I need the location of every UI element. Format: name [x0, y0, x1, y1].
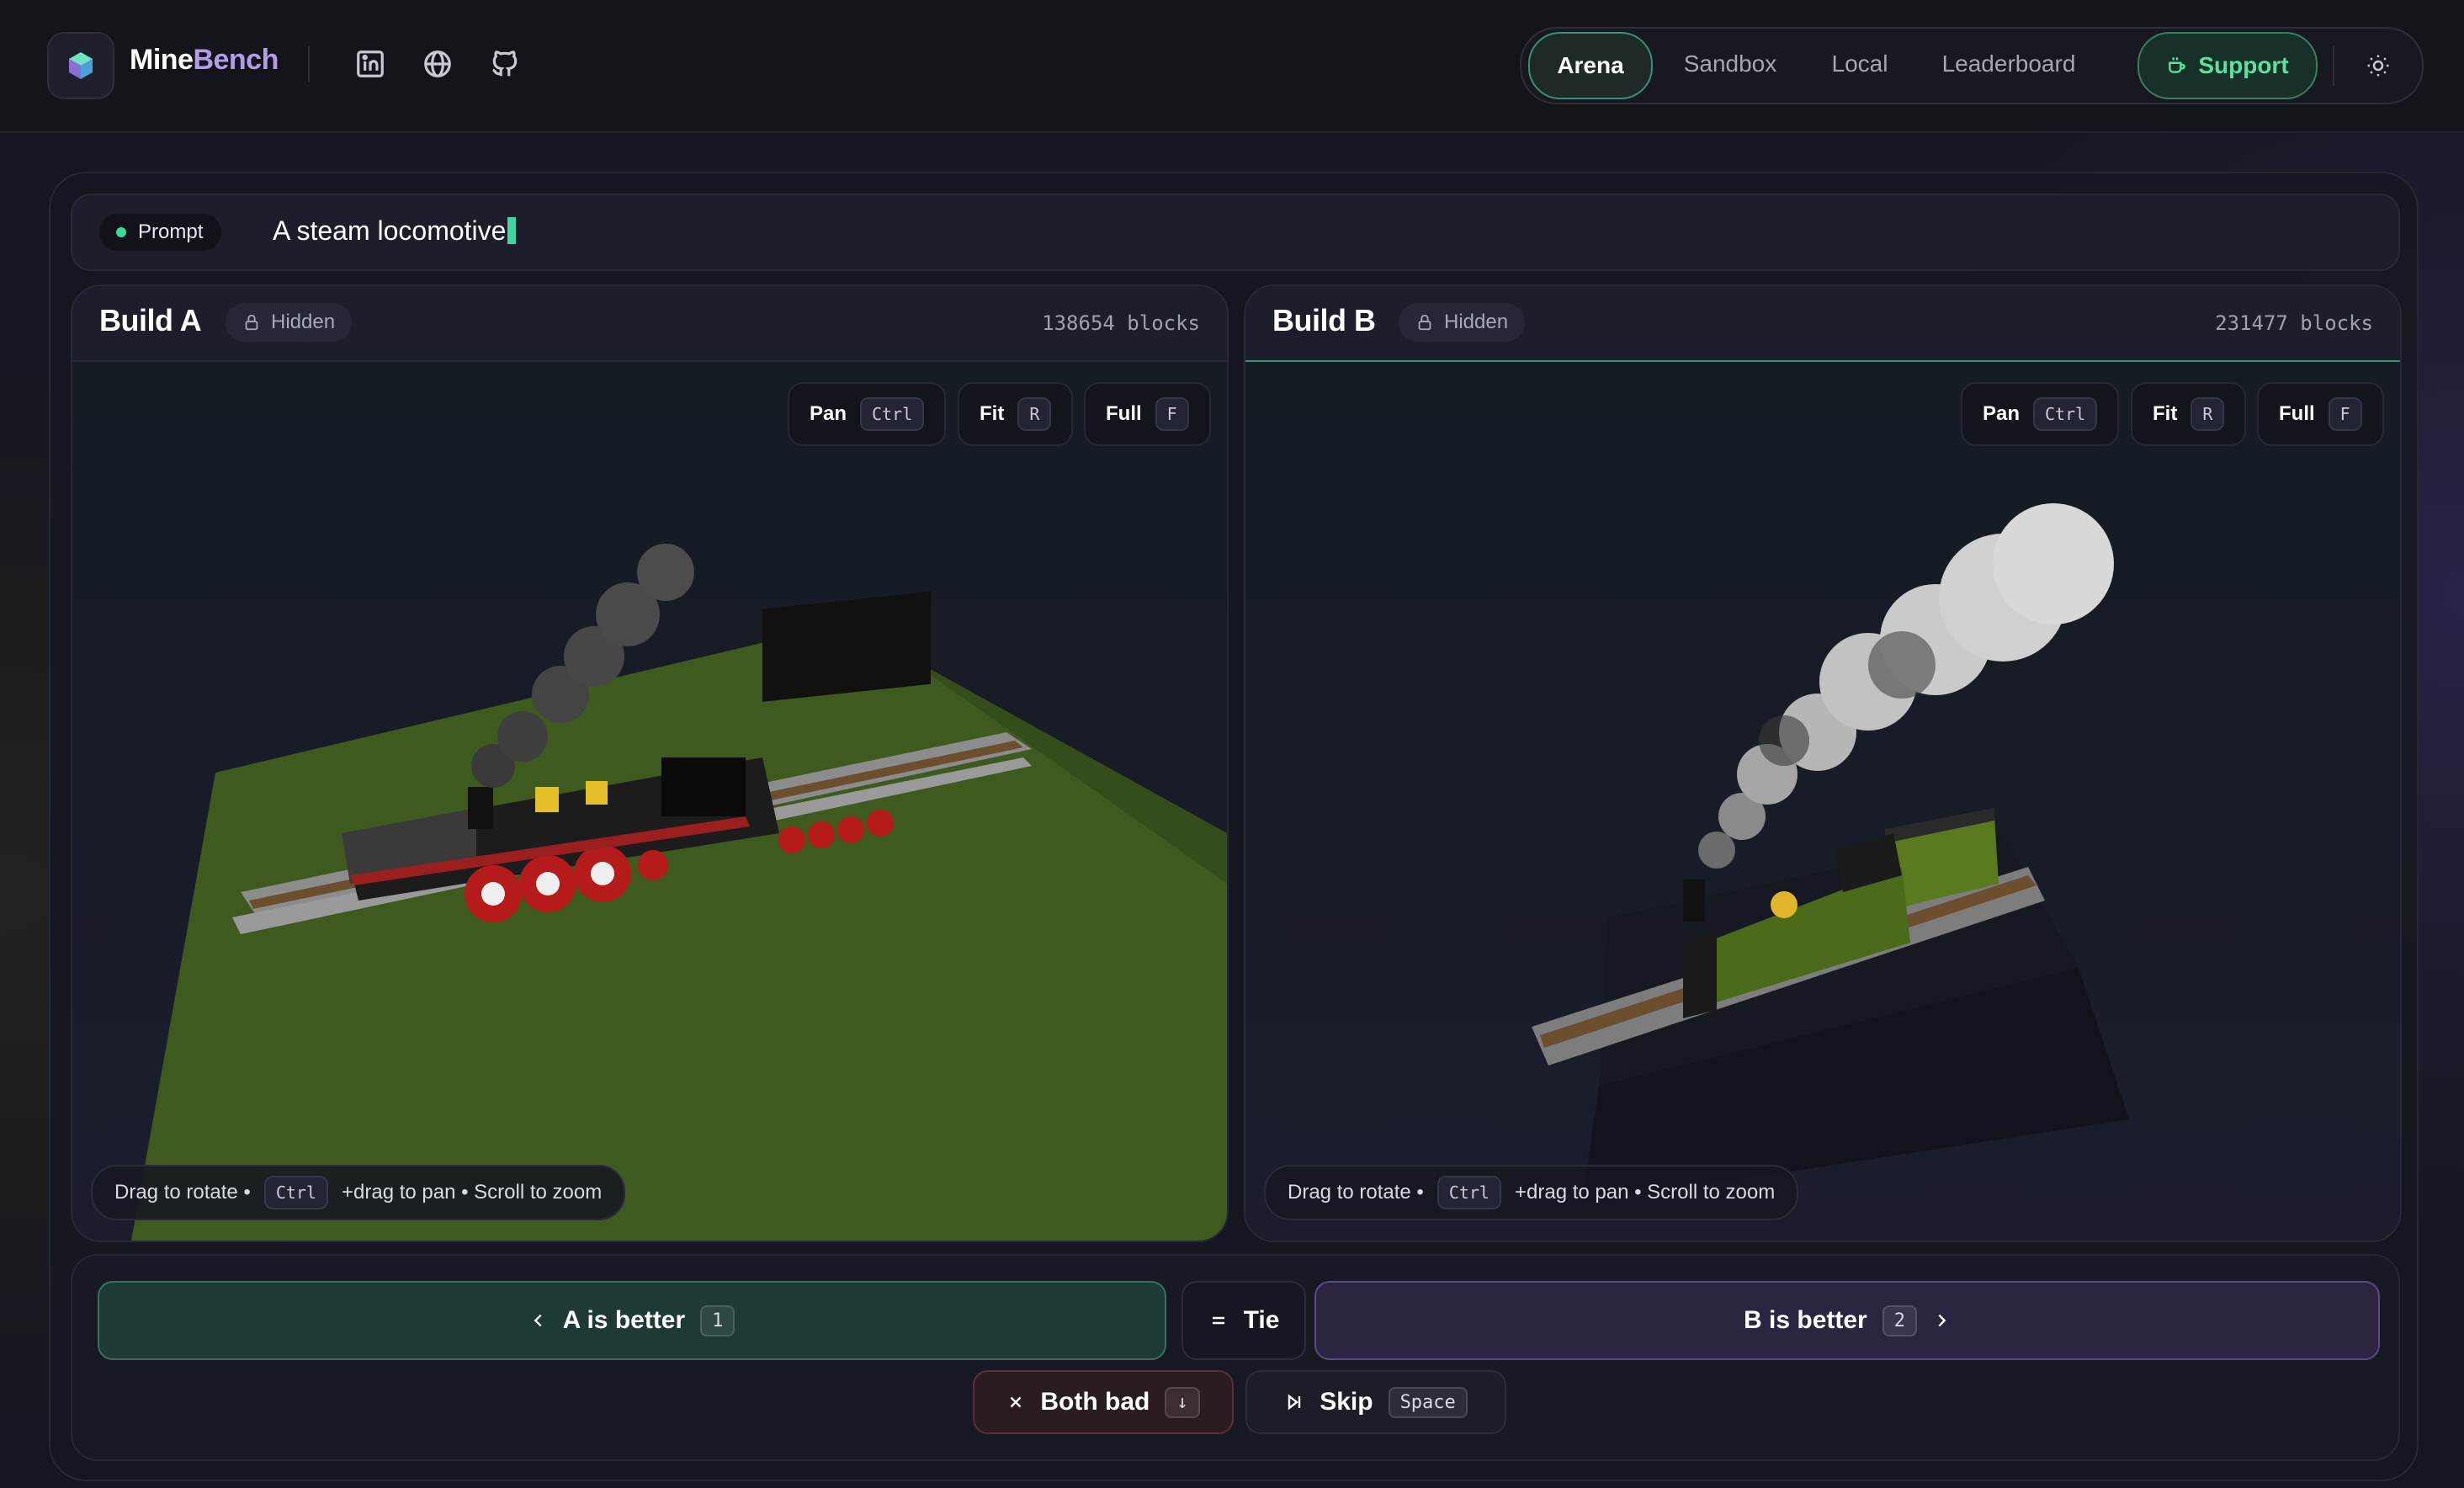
arena-card: Prompt A steam locomotive Build A Hidden…	[49, 172, 2419, 1481]
support-button[interactable]: Support	[2137, 32, 2318, 99]
close-icon	[1011, 1396, 1022, 1408]
hint-key: Ctrl	[263, 1176, 328, 1209]
full-label: Full	[2279, 402, 2315, 425]
nav-divider	[2333, 45, 2334, 86]
chevron-right-icon	[1938, 1314, 1946, 1327]
a-is-better-button[interactable]: A is better 1	[98, 1281, 1166, 1360]
fit-key: R	[1017, 397, 1052, 431]
build-a-3d-viewport[interactable]: Pan Ctrl Fit R Full F Drag to rotate • C…	[72, 362, 1227, 1241]
hint-rotate: Drag to rotate •	[1288, 1181, 1424, 1204]
pan-key: Ctrl	[2033, 397, 2098, 431]
prompt-text-wrap: A steam locomotive	[273, 215, 517, 247]
fit-key: R	[2191, 397, 2225, 431]
build-a-title: Build A	[99, 303, 202, 337]
build-b-panel: Build B Hidden 231477 blocks Pan Ctrl Fi…	[1244, 284, 2402, 1242]
build-b-header: Build B Hidden 231477 blocks	[1245, 286, 2400, 363]
build-b-visibility: Hidden	[1444, 311, 1509, 333]
equals-icon	[1212, 1316, 1224, 1325]
a-is-better-label: A is better	[562, 1306, 686, 1334]
build-a-header: Build A Hidden 138654 blocks	[72, 286, 1227, 362]
github-icon[interactable]	[483, 42, 527, 86]
build-a-fit-button[interactable]: Fit R	[958, 382, 1074, 446]
top-navbar: MineBench Arena Sandbox Local Leaderboar…	[0, 0, 2464, 133]
build-a-hidden-badge: Hidden	[226, 303, 353, 342]
build-b-fit-button[interactable]: Fit R	[2131, 382, 2247, 446]
brand-name[interactable]: MineBench	[130, 44, 279, 77]
hint-rotate: Drag to rotate •	[114, 1181, 251, 1204]
full-key: F	[1155, 397, 1189, 431]
hint-pan-zoom: +drag to pan • Scroll to zoom	[1514, 1181, 1776, 1204]
build-b-fullscreen-button[interactable]: Full F	[2257, 382, 2384, 446]
b-is-better-label: B is better	[1744, 1306, 1867, 1334]
brand-bench: Bench	[193, 44, 279, 76]
both-bad-button[interactable]: Both bad ↓	[973, 1370, 1234, 1434]
build-a-visibility: Hidden	[271, 311, 336, 333]
theme-toggle-button[interactable]	[2346, 34, 2410, 98]
prompt-bar: Prompt A steam locomotive	[71, 194, 2400, 271]
header-divider	[308, 45, 310, 82]
tie-label: Tie	[1243, 1306, 1280, 1334]
nav-arena[interactable]: Arena	[1528, 32, 1653, 99]
build-b-hidden-badge: Hidden	[1399, 303, 1526, 342]
fit-label: Fit	[980, 402, 1005, 425]
build-b-title: Build B	[1272, 303, 1376, 337]
support-label: Support	[2198, 52, 2289, 78]
skip-key: Space	[1388, 1386, 1468, 1418]
nav-sandbox[interactable]: Sandbox	[1663, 32, 1798, 96]
pan-key: Ctrl	[860, 397, 925, 431]
nav-local[interactable]: Local	[1808, 32, 1912, 96]
vote-panel: A is better 1 Tie B is better 2 Both bad…	[71, 1254, 2400, 1461]
full-label: Full	[1106, 402, 1142, 425]
pan-label: Pan	[810, 402, 847, 425]
build-b-controls-hint: Drag to rotate • Ctrl +drag to pan • Scr…	[1264, 1165, 1799, 1220]
fit-label: Fit	[2153, 402, 2178, 425]
full-key: F	[2328, 397, 2362, 431]
both-bad-key: ↓	[1165, 1386, 1200, 1418]
build-a-controls-hint: Drag to rotate • Ctrl +drag to pan • Scr…	[91, 1165, 626, 1220]
build-b-3d-viewport[interactable]: Pan Ctrl Fit R Full F Drag to rotate • C…	[1245, 362, 2400, 1241]
build-a-pan-button[interactable]: Pan Ctrl	[788, 382, 947, 446]
sun-icon	[2367, 55, 2389, 77]
coffee-icon	[2169, 57, 2186, 73]
build-a-panel: Build A Hidden 138654 blocks Pan Ctrl Fi…	[71, 284, 1229, 1242]
hint-pan-zoom: +drag to pan • Scroll to zoom	[341, 1181, 603, 1204]
skip-label: Skip	[1320, 1388, 1373, 1416]
build-a-block-count: 138654 blocks	[1042, 311, 1200, 335]
typing-caret	[507, 217, 517, 244]
globe-icon[interactable]	[416, 42, 459, 86]
cube-logo-icon	[69, 52, 93, 79]
skip-button[interactable]: Skip Space	[1245, 1370, 1506, 1434]
build-b-render	[1532, 503, 2129, 1204]
minebench-logo[interactable]	[47, 32, 114, 99]
main-nav: Arena Sandbox Local Leaderboard Support	[1520, 27, 2424, 104]
prompt-label: Prompt	[138, 221, 204, 243]
build-b-pan-button[interactable]: Pan Ctrl	[1961, 382, 2120, 446]
linkedin-icon[interactable]	[348, 42, 392, 86]
build-b-block-count: 231477 blocks	[2215, 311, 2373, 335]
nav-leaderboard[interactable]: Leaderboard	[1920, 32, 2097, 96]
prompt-badge: Prompt	[99, 214, 222, 251]
skip-forward-icon	[1288, 1394, 1301, 1411]
lock-icon	[245, 314, 258, 331]
tie-button[interactable]: Tie	[1182, 1281, 1306, 1360]
b-is-better-key: 2	[1882, 1305, 1917, 1337]
a-is-better-key: 1	[700, 1305, 735, 1337]
build-a-fullscreen-button[interactable]: Full F	[1084, 382, 1211, 446]
pan-label: Pan	[1983, 402, 2021, 425]
both-bad-label: Both bad	[1040, 1388, 1150, 1416]
prompt-text: A steam locomotive	[273, 215, 507, 246]
b-is-better-button[interactable]: B is better 2	[1314, 1281, 2380, 1360]
prompt-status-dot	[116, 227, 126, 237]
build-a-render	[131, 544, 1227, 1241]
hint-key: Ctrl	[1436, 1176, 1501, 1209]
lock-icon	[1418, 314, 1431, 331]
chevron-left-icon	[534, 1314, 542, 1327]
brand-mine: Mine	[130, 44, 194, 76]
